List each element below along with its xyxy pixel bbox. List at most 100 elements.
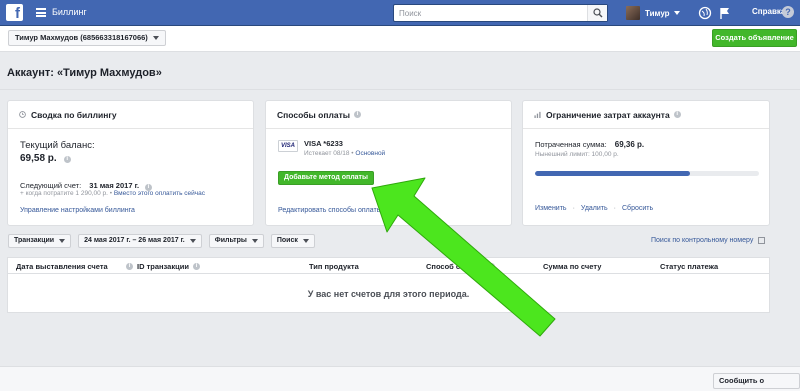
spend-limit-card: Ограничение затрат аккаунта i Потраченна… (522, 100, 770, 226)
primary-link[interactable]: Основной (355, 150, 385, 157)
column-header-label: Статус платежа (660, 262, 719, 271)
visa-card-icon: VISA (278, 140, 298, 152)
external-link-icon (758, 237, 766, 244)
billing-summary-title: Сводка по биллингу (31, 110, 117, 120)
flag-icon[interactable] (718, 6, 732, 20)
card-meta: Истекает 08/18 • Основной (304, 150, 385, 157)
balance-value: 69,58 р. (20, 153, 57, 164)
manage-billing-link[interactable]: Управление настройками биллинга (20, 207, 135, 214)
date-range-label: 24 мая 2017 г. – 26 мая 2017 г. (84, 237, 185, 244)
account-bar: Тимур Махмудов (685663318167066) Создать… (0, 26, 800, 52)
info-icon[interactable]: i (63, 155, 71, 163)
spend-limit-actions: Изменить · Удалить · Сбросить (535, 205, 653, 212)
card-expiry: Истекает 08/18 • (304, 150, 354, 157)
search-by-number-link[interactable]: Поиск по контрольному номеру (651, 237, 766, 244)
spend-progress-fill (535, 171, 690, 176)
search-icon (593, 8, 603, 18)
payment-methods-card: Способы оплаты i VISA VISA *6233 Истекае… (265, 100, 512, 226)
column-header[interactable]: Дата выставления счета (16, 262, 108, 271)
reset-limit-link[interactable]: Сбросить (622, 205, 653, 212)
chevron-down-icon (673, 11, 680, 15)
search-input[interactable] (394, 5, 584, 21)
payment-methods-title: Способы оплаты (277, 110, 351, 120)
balance-row: 69,58 р. i (20, 153, 71, 164)
spent-label: Потраченная сумма: (535, 140, 607, 149)
column-header-label: Сумма по счету (543, 262, 602, 271)
pay-now-link[interactable]: Вместо этого оплатить сейчас (114, 190, 205, 197)
filters-dropdown[interactable]: Фильтры (208, 234, 264, 248)
info-icon[interactable]: i (488, 263, 496, 270)
spent-value: 69,36 р. (614, 140, 645, 149)
spend-progress-bar (535, 171, 759, 176)
card-header: Способы оплаты i (266, 101, 511, 129)
column-header-label: Тип продукта (309, 262, 359, 271)
account-selector[interactable]: Тимур Махмудов (685663318167066) (8, 30, 166, 46)
card-header: Сводка по биллингу (8, 101, 253, 129)
billing-summary-card: Сводка по биллингу Текущий баланс: 69,58… (7, 100, 254, 226)
filter-bar: Транзакции 24 мая 2017 г. – 26 мая 2017 … (8, 234, 322, 250)
divider (0, 89, 800, 90)
search-button[interactable] (587, 5, 607, 21)
next-invoice-date: 31 мая 2017 г. (89, 181, 140, 190)
search-box (393, 4, 608, 22)
date-range-dropdown[interactable]: 24 мая 2017 г. – 26 мая 2017 г. (78, 234, 202, 248)
search-dropdown[interactable]: Поиск (270, 234, 315, 248)
globe-icon[interactable] (698, 6, 712, 20)
chevron-down-icon (302, 239, 309, 243)
filters-label: Фильтры (214, 237, 247, 244)
chevron-down-icon (189, 239, 196, 243)
user-name: Тимур (645, 8, 670, 18)
spend-note-row: + когда потратите 1 290,00 р. • Вместо э… (20, 190, 205, 197)
empty-state-message: У вас нет счетов для этого периода. (307, 289, 470, 299)
top-navigation-bar: f Биллинг Тимур Справка ? (0, 0, 800, 26)
report-problem-button[interactable]: Сообщить о проблеме (713, 373, 800, 391)
edit-payment-methods-link[interactable]: Редактировать способы оплаты (278, 207, 382, 214)
edit-limit-link[interactable]: Изменить (535, 205, 567, 212)
search-label: Поиск (276, 237, 298, 244)
help-icon[interactable]: ? (782, 6, 794, 18)
facebook-logo-icon[interactable]: f (6, 4, 23, 21)
column-header[interactable]: Тип продукта (309, 262, 359, 271)
column-header[interactable]: i ID транзакции i (126, 262, 200, 271)
table-header: Дата выставления счета i ID транзакции i Т… (8, 258, 769, 274)
column-header[interactable]: Сумма по счету (543, 262, 601, 271)
info-icon[interactable]: i (673, 111, 681, 118)
current-limit: Нынешний лимит: 100,00 р. (535, 151, 619, 158)
balance-label: Текущий баланс: (20, 140, 95, 151)
clock-icon (19, 111, 26, 118)
delete-limit-link[interactable]: Удалить (581, 205, 608, 212)
transactions-label: Транзакции (14, 237, 55, 244)
user-menu[interactable]: Тимур (626, 5, 680, 21)
card-name: VISA *6233 (304, 139, 343, 148)
page-title: Аккаунт: «Тимур Махмудов» (7, 67, 162, 79)
chevron-down-icon (152, 36, 159, 40)
bar-chart-icon (534, 111, 541, 118)
spend-limit-title: Ограничение затрат аккаунта (546, 110, 670, 120)
separator: · (613, 205, 616, 212)
search-by-number-label: Поиск по контрольному номеру (651, 237, 754, 244)
card-header: Ограничение затрат аккаунта i (523, 101, 769, 129)
info-icon[interactable]: i (192, 263, 200, 270)
info-icon[interactable]: i (126, 263, 133, 270)
add-payment-method-button[interactable]: Добавьте метод оплаты (278, 171, 374, 185)
menu-icon[interactable] (36, 8, 46, 17)
help-link[interactable]: Справка (752, 7, 785, 16)
column-header-label: ID транзакции (137, 262, 189, 271)
chevron-down-icon (59, 239, 66, 243)
app-title: Биллинг (52, 7, 87, 17)
spend-note: + когда потратите 1 290,00 р. • (20, 190, 113, 197)
info-icon[interactable]: i (354, 111, 362, 118)
column-header[interactable]: Способ оплаты i (426, 262, 496, 271)
invoices-table: Дата выставления счета i ID транзакции i Т… (7, 257, 770, 313)
chevron-down-icon (251, 239, 258, 243)
create-ad-button[interactable]: Создать объявление (712, 29, 797, 47)
separator: · (572, 205, 575, 212)
column-header-label: Дата выставления счета (16, 262, 108, 271)
spent-row: Потраченная сумма: 69,36 р. (535, 140, 644, 149)
avatar (626, 6, 640, 20)
account-selector-label: Тимур Махмудов (685663318167066) (15, 33, 148, 42)
next-invoice-label: Следующий счет: (20, 181, 82, 190)
column-header-label: Способ оплаты (426, 262, 485, 271)
transactions-dropdown[interactable]: Транзакции (8, 234, 72, 248)
column-header[interactable]: Статус платежа (660, 262, 718, 271)
